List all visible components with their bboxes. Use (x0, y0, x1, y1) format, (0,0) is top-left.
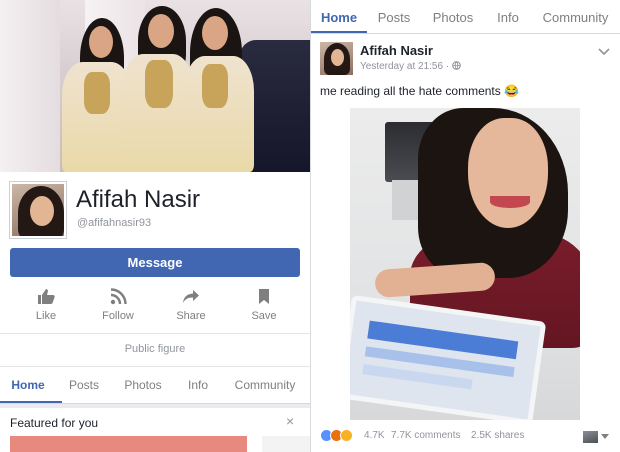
save-label: Save (251, 310, 277, 322)
cover-wall (0, 0, 60, 172)
tab-community[interactable]: Community (531, 0, 620, 33)
tab-home[interactable]: Home (311, 0, 367, 33)
tab-home[interactable]: Home (0, 372, 56, 403)
page-title: Afifah Nasir (76, 186, 201, 213)
tab-community[interactable]: Community (222, 372, 308, 403)
page-tabs: Home Posts Photos Info Community (311, 0, 620, 33)
tab-posts[interactable]: Posts (367, 0, 421, 33)
profile-picture-face (30, 196, 54, 226)
rss-icon (82, 286, 154, 306)
post-time-text: Yesterday at 21:56 (360, 61, 444, 72)
tab-info[interactable]: Info (485, 0, 531, 33)
photo-person-smile (490, 196, 530, 208)
featured-video-thumbnail[interactable] (262, 436, 310, 452)
divider (311, 33, 620, 34)
reaction-count[interactable]: 4.7K (364, 430, 385, 441)
follow-label: Follow (102, 310, 134, 322)
photo-person-face (468, 118, 548, 228)
tab-photos[interactable]: Photos (421, 0, 485, 33)
divider (0, 366, 310, 367)
action-bar: Like Follow Share Save (0, 286, 310, 326)
thumbs-up-icon (10, 286, 82, 306)
globe-icon (452, 61, 461, 72)
like-label: Like (35, 310, 57, 322)
cover-person-face (148, 14, 174, 48)
caret-down-icon[interactable] (601, 434, 609, 439)
post-author-avatar[interactable] (320, 42, 353, 75)
featured-title: Featured for you (10, 416, 99, 430)
cover-person-face (89, 26, 113, 58)
page-category: Public figure (124, 343, 186, 355)
viewer-avatar[interactable] (583, 431, 598, 443)
reaction-icons[interactable] (320, 429, 353, 442)
bookmark-icon (228, 286, 300, 306)
message-button[interactable]: Message (10, 248, 300, 277)
cover-photo[interactable] (0, 0, 310, 172)
tab-info[interactable]: Info (174, 372, 222, 403)
close-icon[interactable]: × (286, 413, 294, 429)
divider (0, 333, 310, 334)
tab-photos[interactable]: Photos (112, 372, 174, 403)
cover-person-face (202, 16, 228, 50)
page-tabs: Home Posts Photos Info Community (0, 372, 310, 403)
post-timestamp[interactable]: Yesterday at 21:56 · (360, 61, 461, 72)
post-photo[interactable] (350, 108, 580, 420)
cover-person-embroidery (84, 72, 110, 114)
cover-person-embroidery (202, 64, 228, 108)
share-button[interactable]: Share (155, 286, 227, 326)
post-time-separator: · (445, 61, 450, 72)
follow-button[interactable]: Follow (82, 286, 154, 326)
share-arrow-icon (155, 286, 227, 306)
avatar-face (331, 49, 344, 66)
cover-person-embroidery (145, 60, 173, 108)
save-button[interactable]: Save (228, 286, 300, 326)
post-text: me reading all the hate comments 😂 (320, 84, 520, 98)
haha-reaction-icon (340, 429, 353, 442)
page-username: @afifahnasir93 (77, 217, 152, 229)
featured-video-thumbnail[interactable] (10, 436, 247, 452)
post-author-name[interactable]: Afifah Nasir (360, 43, 433, 58)
right-panel: Home Posts Photos Info Community Afifah … (311, 0, 620, 452)
left-panel: Afifah Nasir @afifahnasir93 Message Like… (0, 0, 310, 452)
comments-count[interactable]: 7.7K comments (391, 430, 460, 441)
chevron-down-icon[interactable] (598, 43, 610, 61)
tab-posts[interactable]: Posts (56, 372, 112, 403)
share-label: Share (176, 310, 206, 322)
shares-count[interactable]: 2.5K shares (471, 430, 524, 441)
profile-picture[interactable] (10, 182, 66, 238)
like-button[interactable]: Like (10, 286, 82, 326)
